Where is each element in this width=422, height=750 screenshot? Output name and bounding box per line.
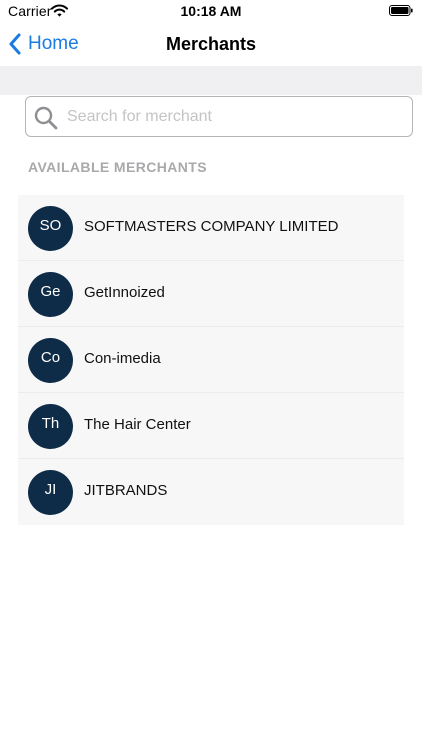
search-input[interactable] xyxy=(67,98,402,135)
battery-icon xyxy=(389,5,413,16)
avatar: SO xyxy=(28,206,73,251)
header-spacer xyxy=(0,66,422,95)
merchant-name: Con-imedia xyxy=(84,350,161,367)
status-bar: Carrier 10:18 AM xyxy=(0,0,422,22)
merchant-list: SO SOFTMASTERS COMPANY LIMITED Ge GetInn… xyxy=(18,195,404,525)
merchant-name: The Hair Center xyxy=(84,416,191,433)
merchant-row[interactable]: JI JITBRANDS xyxy=(18,459,404,525)
merchant-name: SOFTMASTERS COMPANY LIMITED xyxy=(84,218,339,235)
avatar: Ge xyxy=(28,272,73,317)
merchant-name: JITBRANDS xyxy=(84,482,168,499)
merchant-row[interactable]: Th The Hair Center xyxy=(18,393,404,459)
avatar: Co xyxy=(28,338,73,383)
merchant-row[interactable]: SO SOFTMASTERS COMPANY LIMITED xyxy=(18,195,404,261)
clock: 10:18 AM xyxy=(180,3,242,19)
section-header: AVAILABLE MERCHANTS xyxy=(28,159,207,175)
search-box[interactable] xyxy=(25,96,413,137)
avatar: JI xyxy=(28,470,73,515)
page-title: Merchants xyxy=(165,34,257,54)
avatar: Th xyxy=(28,404,73,449)
search-icon xyxy=(34,106,58,130)
navigation-bar: Home Merchants xyxy=(0,22,422,66)
merchant-row[interactable]: Ge GetInnoized xyxy=(18,261,404,327)
merchant-row[interactable]: Co Con-imedia xyxy=(18,327,404,393)
merchant-name: GetInnoized xyxy=(84,284,165,301)
